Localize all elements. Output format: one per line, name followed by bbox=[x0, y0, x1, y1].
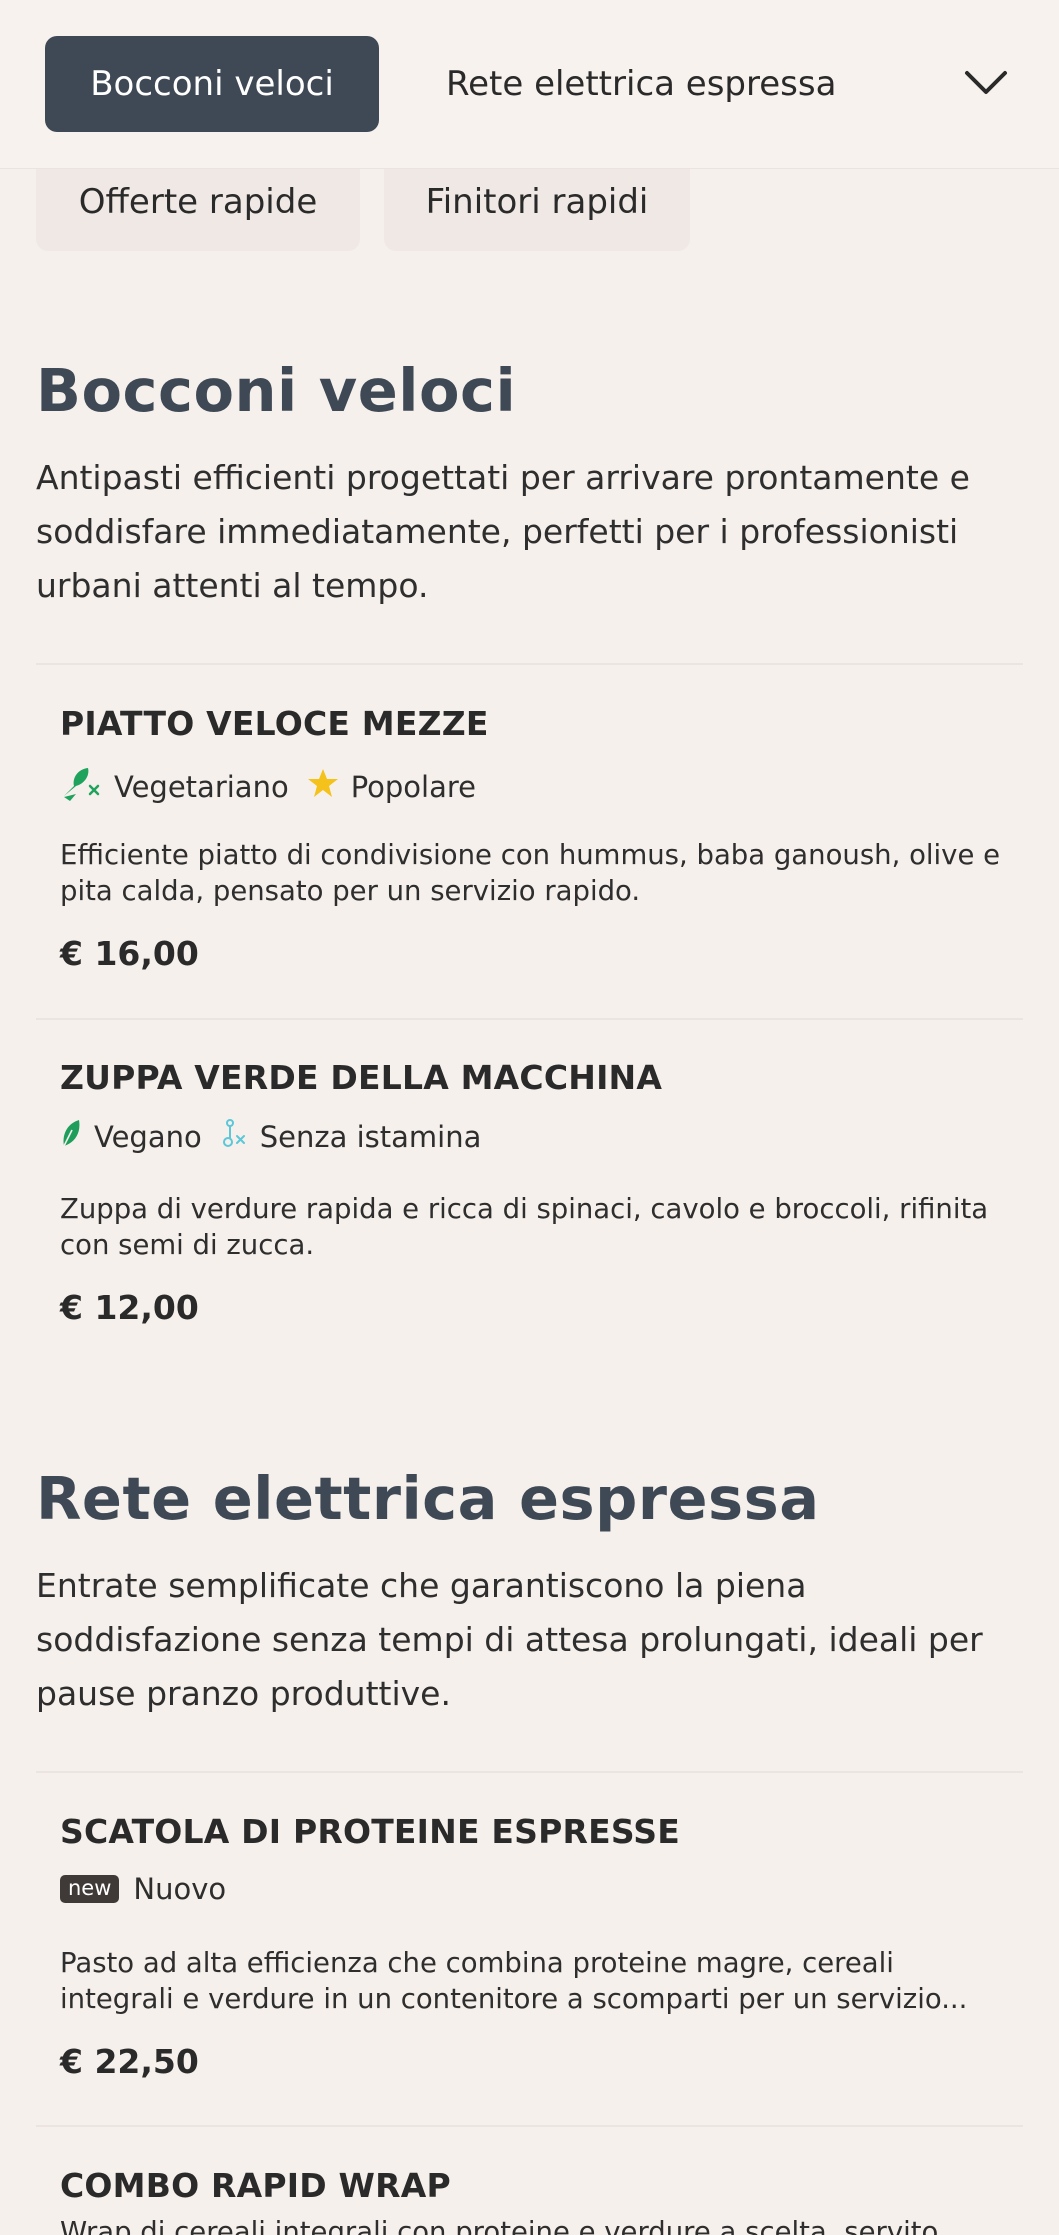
tag-label: Nuovo bbox=[133, 1872, 227, 1906]
tag-histamine-free: Senza istamina bbox=[220, 1118, 482, 1155]
new-badge: new bbox=[60, 1875, 120, 1903]
menu-item-name[interactable]: ZUPPA VERDE DELLA MACCHINA bbox=[60, 1058, 662, 1097]
divider bbox=[36, 663, 1023, 665]
menu-item-price: € 22,50 bbox=[60, 2042, 199, 2081]
vegetarian-icon bbox=[60, 764, 114, 809]
menu-item-name[interactable]: PIATTO VELOCE MEZZE bbox=[60, 704, 489, 743]
section-description: Antipasti efficienti progettati per arri… bbox=[36, 458, 970, 605]
menu-item-name[interactable]: SCATOLA DI PROTEINE ESPRESSE bbox=[60, 1812, 680, 1851]
divider bbox=[36, 1018, 1023, 1020]
tag-label: Popolare bbox=[350, 769, 477, 804]
tag-vegetarian: Vegetariano bbox=[60, 764, 289, 809]
menu-item-price: € 12,00 bbox=[60, 1288, 199, 1327]
tag-vegan: Vegano bbox=[60, 1118, 202, 1155]
tab-rete-elettrica-espressa[interactable]: Rete elettrica espressa bbox=[446, 36, 836, 132]
tag-label: Vegetariano bbox=[114, 769, 289, 804]
star-icon bbox=[307, 768, 351, 805]
leaf-icon bbox=[60, 1118, 94, 1155]
divider bbox=[36, 1771, 1023, 1773]
tag-label: Vegano bbox=[94, 1119, 202, 1154]
tag-new: new Nuovo bbox=[60, 1872, 226, 1906]
menu-item-description: Wrap di cereali integrali con proteine e… bbox=[60, 2216, 965, 2235]
tab-bocconi-veloci[interactable]: Bocconi veloci bbox=[45, 36, 379, 132]
chevron-down-icon[interactable] bbox=[958, 58, 1014, 108]
divider bbox=[36, 2125, 1023, 2127]
histamine-free-icon bbox=[220, 1118, 260, 1155]
menu-item-price: € 16,00 bbox=[60, 934, 199, 973]
tag-label: Senza istamina bbox=[259, 1119, 482, 1154]
category-nav-bar: Bocconi veloci Rete elettrica espressa bbox=[0, 0, 1059, 169]
section-description: Entrate semplificate che garantiscono la… bbox=[36, 1566, 983, 1713]
tag-popular: Popolare bbox=[307, 768, 476, 805]
item-tags: Vegetariano Popolare bbox=[60, 764, 494, 809]
menu-item-description: Efficiente piatto di condivisione con hu… bbox=[60, 839, 1001, 907]
menu-item-name[interactable]: COMBO RAPID WRAP bbox=[60, 2166, 451, 2205]
section-title: Bocconi veloci bbox=[36, 356, 517, 425]
item-tags: Vegano Senza istamina bbox=[60, 1118, 499, 1155]
section-title: Rete elettrica espressa bbox=[36, 1464, 820, 1533]
menu-item-description: Zuppa di verdure rapida e ricca di spina… bbox=[60, 1193, 989, 1261]
menu-item-description: Pasto ad alta efficienza che combina pro… bbox=[60, 1947, 968, 2015]
item-tags: new Nuovo bbox=[60, 1872, 244, 1906]
